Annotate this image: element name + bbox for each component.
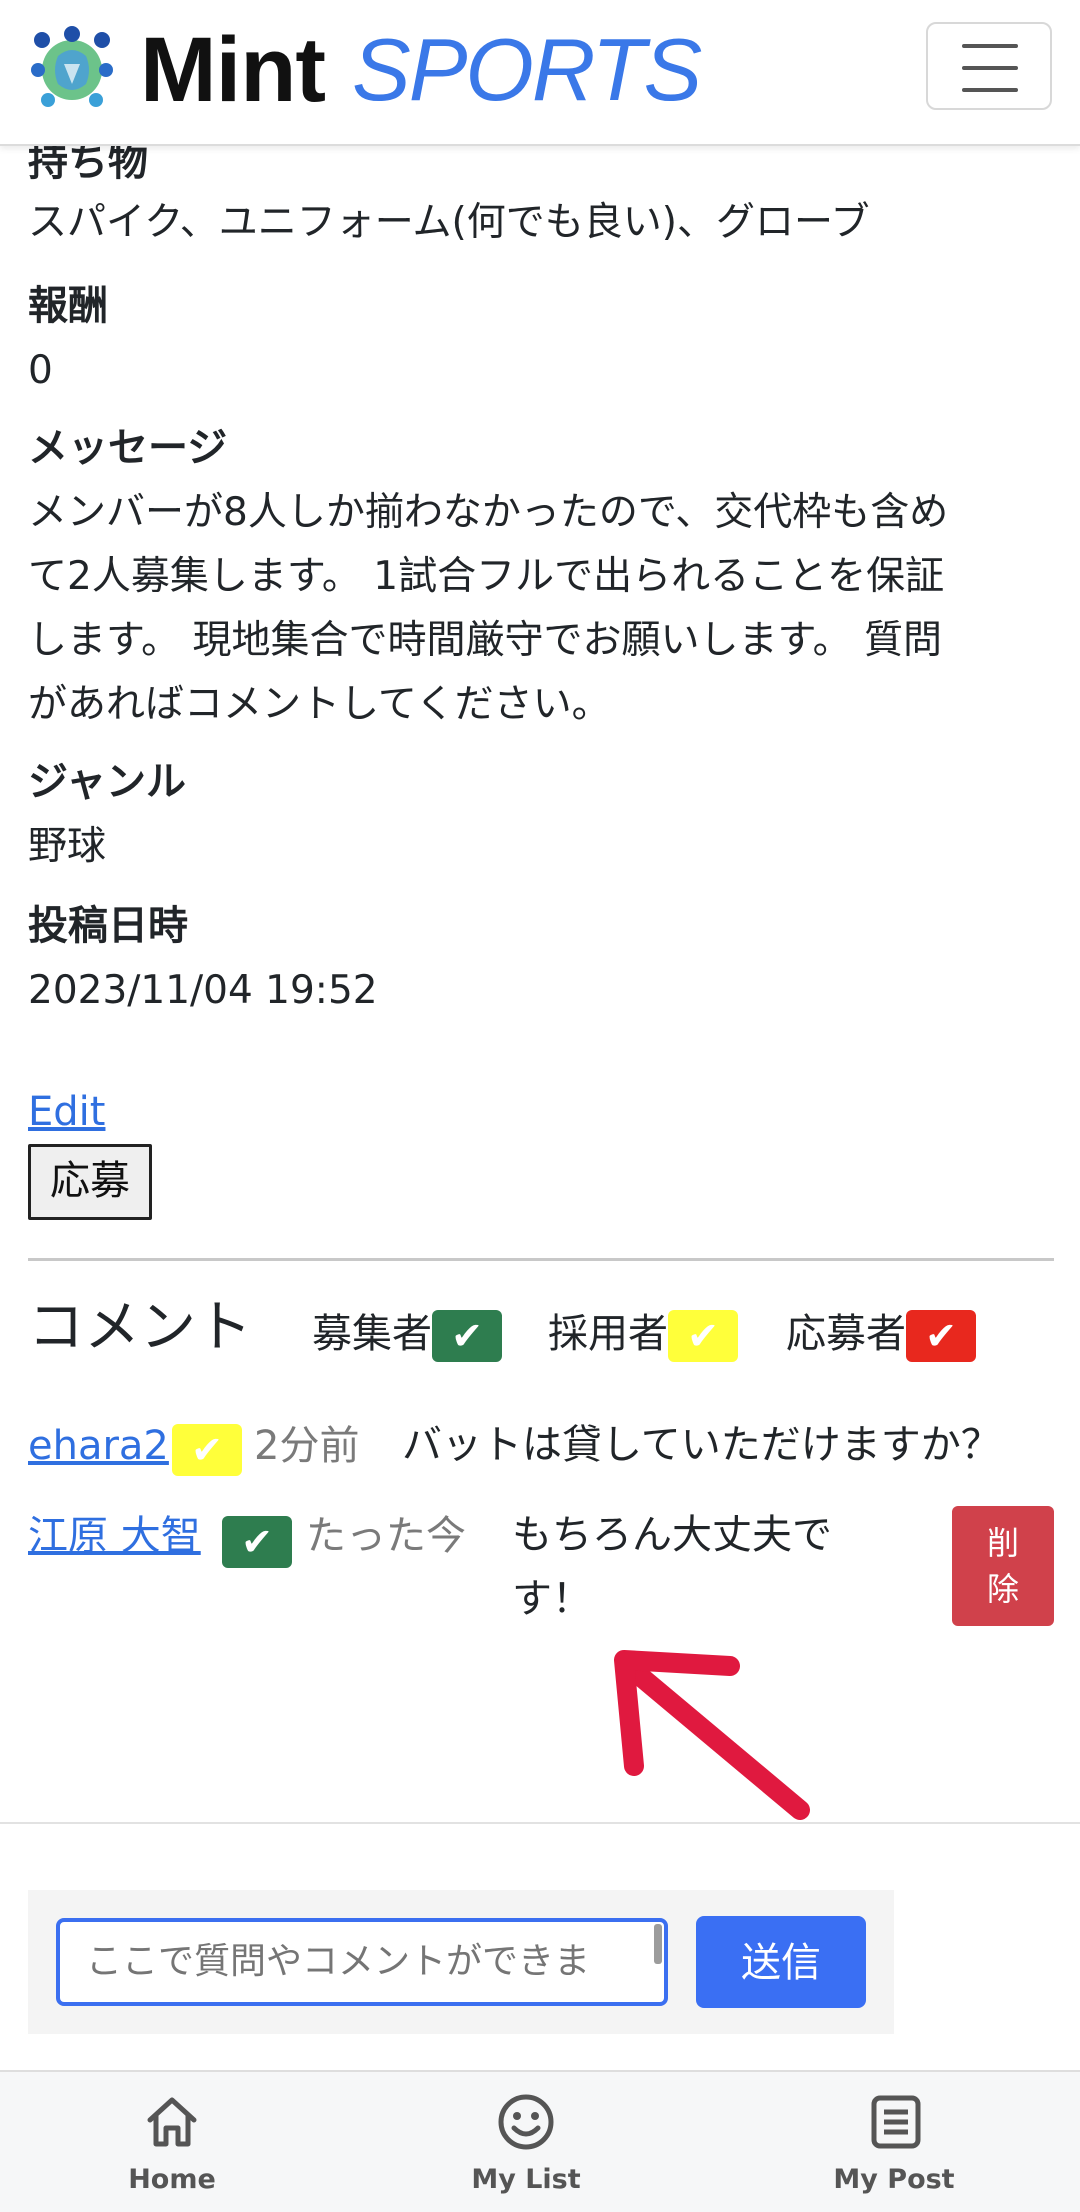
nav-mylist-label: My List [471, 2164, 581, 2195]
check-badge-icon: ✔ [432, 1310, 502, 1362]
app-header: Mint SPORTS [0, 0, 1080, 146]
comment-user-link[interactable]: 江原 大智 [28, 1508, 201, 1564]
section-divider [28, 1258, 1054, 1261]
check-badge-icon: ✔ [906, 1310, 976, 1362]
nav-home-label: Home [128, 2164, 216, 2195]
posted-value: 2023/11/04 19:52 [28, 968, 378, 1013]
mint-logo-icon[interactable] [28, 26, 116, 114]
check-badge-icon: ✔ [222, 1516, 292, 1568]
brand-name[interactable]: Mint [140, 18, 326, 122]
genre-value: 野球 [28, 824, 107, 869]
nav-mypost[interactable]: My Post [714, 2072, 1074, 2212]
legend-hired: 採用者 ✔ [548, 1306, 738, 1362]
message-line: します。 現地集合で時間厳守でお願いします。 質問 [28, 618, 942, 663]
smiley-icon [498, 2094, 554, 2150]
delete-label: 削 [986, 1524, 1019, 1562]
bottom-nav: Home My List My Post [0, 2070, 1080, 2212]
comment-text: バットは貸していただけますか？ [402, 1422, 1001, 1468]
legend-label: 採用者 [548, 1311, 668, 1357]
textarea-scrollbar[interactable] [654, 1924, 662, 1964]
genre-label: ジャンル [28, 759, 186, 805]
comments-title: コメント [28, 1295, 252, 1360]
nav-mylist[interactable]: My List [346, 2072, 706, 2212]
legend-recruiter: 募集者 ✔ [312, 1306, 502, 1362]
form-separator [0, 1822, 1080, 1824]
comment-text: す！ [512, 1576, 592, 1622]
brand-accent[interactable]: SPORTS [352, 18, 702, 122]
reward-label: 報酬 [28, 283, 108, 329]
document-icon [871, 2095, 921, 2149]
delete-label: 除 [986, 1570, 1019, 1608]
legend-applicant: 応募者 ✔ [786, 1306, 976, 1362]
check-badge-icon: ✔ [668, 1310, 738, 1362]
nav-mypost-label: My Post [833, 2164, 955, 2195]
edit-link[interactable]: Edit [28, 1084, 105, 1140]
message-line: があればコメントしてください。 [28, 682, 611, 727]
comment-time: 2分前 [254, 1423, 360, 1469]
comment-user-link[interactable]: ehara2 [28, 1418, 169, 1474]
nav-home[interactable]: Home [0, 2072, 360, 2212]
message-line: て2人募集します。 1試合フルで出られることを保証 [28, 554, 945, 599]
items-value: スパイク、ユニフォーム(何でも良い)、グローブ [28, 200, 870, 245]
annotation-arrow-icon [614, 1650, 810, 1820]
home-icon [147, 2097, 197, 2147]
comment-input[interactable] [56, 1918, 668, 2006]
reward-value: 0 [28, 348, 53, 393]
message-line: メンバーが8人しか揃わなかったので、交代枠も含め [28, 490, 949, 535]
legend-label: 募集者 [312, 1311, 432, 1357]
comment-text: もちろん大丈夫で [512, 1512, 832, 1558]
send-button[interactable]: 送信 [696, 1916, 866, 2008]
legend-label: 応募者 [786, 1311, 906, 1357]
delete-comment-button[interactable]: 削 除 [952, 1506, 1054, 1626]
check-badge-icon: ✔ [172, 1424, 242, 1476]
apply-button[interactable]: 応募 [28, 1144, 152, 1220]
hamburger-icon [962, 44, 1018, 48]
comment-time: たった今 [306, 1513, 466, 1559]
message-label: メッセージ [28, 425, 228, 471]
menu-toggle-button[interactable] [926, 22, 1052, 110]
posted-label: 投稿日時 [28, 903, 188, 949]
